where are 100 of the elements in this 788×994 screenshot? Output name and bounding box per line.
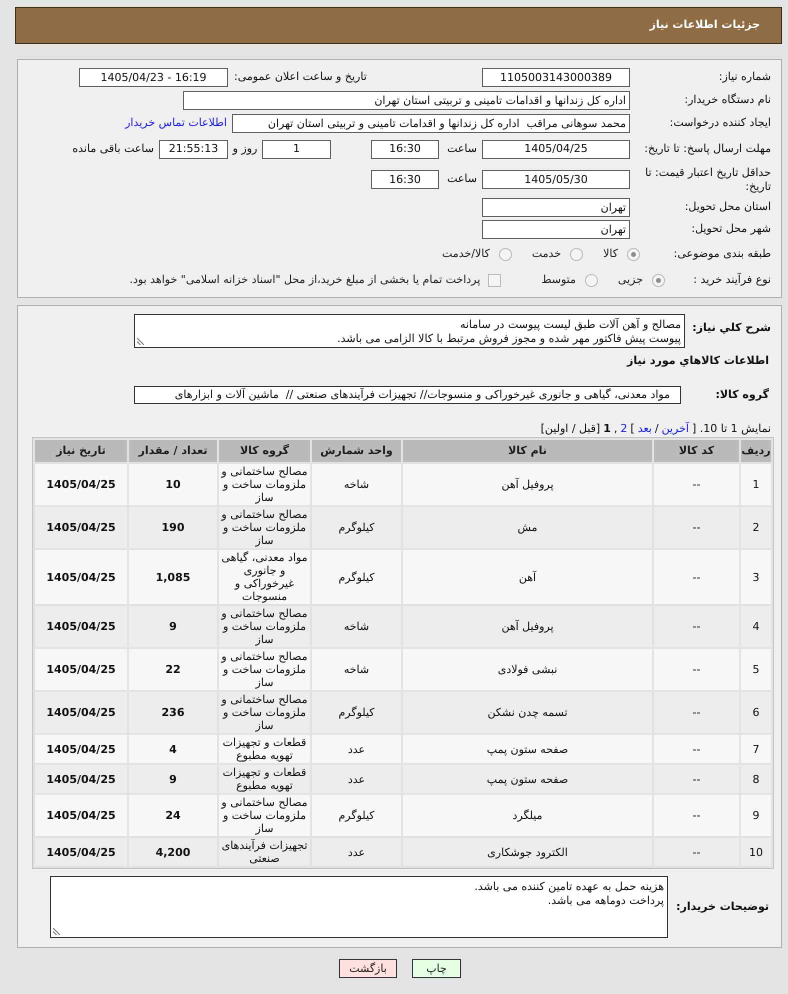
buyer-org-field[interactable]: اداره کل زندانها و اقدامات تامینی و تربیتی استان تهران — [183, 91, 630, 110]
announcement-date-field[interactable]: 1405/04/23 - 16:19 — [79, 68, 228, 87]
field-label: ساعت — [446, 140, 478, 157]
requester-field[interactable]: محمد سوهانی مراقب اداره کل زندانها و اقدامات تامینی و تربیتی استان تهران — [232, 114, 630, 133]
table-cell: الکترود جوشکاری — [403, 838, 652, 866]
table-cell: -- — [654, 795, 739, 836]
table-cell: عدد — [312, 765, 401, 793]
table-cell: کیلوگرم — [312, 692, 401, 733]
field-label: طبقه بندی موضوعی: — [672, 246, 771, 262]
field-label: ساعت باقی مانده — [72, 140, 154, 157]
table-cell: 1405/04/25 — [35, 550, 127, 604]
description-field[interactable]: مصالح و آهن آلات طبق لیست پیوست در سامانه پیوست پیش فاکتور مهر شده و مجوز فروش مرتبط با کالا الزامی می باشد. — [134, 314, 685, 348]
radio-label: کالا/خدمت — [442, 246, 490, 262]
table-cell: 7 — [741, 735, 771, 763]
field-label: ایجاد کننده درخواست: — [668, 115, 771, 132]
table-cell: صفحه ستون پمپ — [403, 735, 652, 763]
table-cell: مصالح ساختمانی و ملزومات ساخت و ساز — [219, 692, 310, 733]
table-cell: 190 — [129, 507, 217, 548]
resize-grip-icon[interactable] — [53, 928, 60, 935]
table-cell: کیلوگرم — [312, 550, 401, 604]
table-cell: -- — [654, 464, 739, 505]
days-field[interactable]: 1 — [262, 140, 331, 158]
validity-date-field[interactable]: 1405/05/30 — [482, 170, 630, 189]
deadline-time-field[interactable]: 16:30 — [371, 140, 439, 158]
field-label: مهلت ارسال پاسخ: تا تاریخ: — [643, 142, 771, 156]
remaining-time-field[interactable]: 21:55:13 — [159, 140, 228, 158]
table-cell: 1,085 — [129, 550, 217, 604]
table-cell: 5 — [741, 649, 771, 690]
radio-label: کالا — [603, 246, 618, 262]
radio-button[interactable] — [584, 274, 598, 287]
table-cell: عدد — [312, 838, 401, 866]
table-cell: 1 — [741, 464, 771, 505]
field-label: نام دستگاه خریدار: — [683, 92, 771, 108]
table-cell: شاخه — [312, 649, 401, 690]
pagination-text: [قبل / اولین] — [540, 420, 600, 437]
table-cell: -- — [654, 649, 739, 690]
table-cell: مصالح ساختمانی و ملزومات ساخت و ساز — [219, 507, 310, 548]
radio-button[interactable] — [498, 248, 512, 260]
table-cell: مصالح ساختمانی و ملزومات ساخت و ساز — [219, 464, 310, 505]
column-header: تعداد / مقدار — [129, 440, 217, 462]
province-field[interactable]: تهران — [482, 198, 630, 217]
table-cell: مواد معدنی، گیاهی و جانوری غیرخوراکی و منسوجات — [219, 550, 310, 604]
table-cell: 1405/04/25 — [35, 692, 127, 733]
table-cell: 1405/04/25 — [35, 649, 127, 690]
field-label: تاریخ و ساعت اعلان عمومی: — [233, 69, 368, 86]
radio-label: جزیی — [618, 272, 643, 288]
field-label: شهر محل تحویل: — [690, 221, 771, 238]
table-cell: 24 — [129, 795, 217, 836]
city-field[interactable]: تهران — [482, 220, 630, 239]
table-cell: شاخه — [312, 606, 401, 647]
column-header: واحد شمارش — [312, 440, 401, 462]
table-cell: -- — [654, 550, 739, 604]
table-cell: 1405/04/25 — [35, 838, 127, 866]
field-label: حداقل تاریخ اعتبار قیمت: تا تاریخ: — [644, 166, 771, 194]
page-link[interactable]: 2 — [620, 420, 628, 438]
field-label: روز و — [231, 140, 258, 157]
table-cell: نبشی فولادی — [403, 649, 652, 690]
column-header: کد کالا — [654, 440, 739, 462]
table-cell: -- — [654, 692, 739, 733]
table-cell: کیلوگرم — [312, 507, 401, 548]
radio-label: متوسط — [541, 272, 576, 288]
table-cell: کیلوگرم — [312, 795, 401, 836]
table-cell: آهن — [403, 550, 652, 604]
table-cell: میلگرد — [403, 795, 652, 836]
deadline-date-field[interactable]: 1405/04/25 — [482, 140, 630, 158]
need-number-field[interactable]: 1105003143000389 — [482, 68, 630, 87]
checkbox[interactable] — [488, 274, 502, 287]
table-cell: 1405/04/25 — [35, 735, 127, 763]
print-button[interactable]: چاپ — [412, 959, 461, 978]
table-cell: صفحه ستون پمپ — [403, 765, 652, 793]
column-header: تاریخ نیاز — [35, 440, 127, 462]
contact-info-link[interactable]: اطلاعات تماس خریدار — [125, 115, 227, 132]
radio-label: خدمت — [532, 246, 562, 262]
table-cell: 4 — [741, 606, 771, 647]
group-label: گروه کالا: — [714, 386, 769, 403]
field-label: ساعت — [446, 171, 478, 188]
description-label: شرح کلي نياز: — [691, 320, 771, 336]
radio-button[interactable] — [570, 248, 584, 260]
section-title: اطلاعات کالاهاي مورد نياز — [627, 354, 769, 367]
checkbox-label: پرداخت تمام یا بخشی از مبلغ خرید،از محل "اسناد خزانه اسلامی" خواهد بود. — [130, 272, 480, 288]
table-cell: -- — [654, 606, 739, 647]
table-cell: 1405/04/25 — [35, 507, 127, 548]
radio-button[interactable] — [627, 248, 640, 260]
validity-time-field[interactable]: 16:30 — [371, 170, 439, 189]
table-cell: شاخه — [312, 464, 401, 505]
goods-group-field[interactable]: مواد معدنی، گیاهی و جانوری غیرخوراکی و منسوجات// تجهیزات فرآیندهای صنعتی // ماشین آلات و ابزارهای — [134, 386, 681, 404]
table-cell: تسمه چدن نشکن — [403, 692, 652, 733]
table-cell: 22 — [129, 649, 217, 690]
back-button[interactable]: بازگشت — [339, 959, 397, 978]
table-cell: 9 — [129, 606, 217, 647]
pagination-text: , — [614, 420, 618, 437]
table-cell: تجهیزات فرآیندهای صنعتی — [219, 838, 310, 866]
resize-grip-icon[interactable] — [137, 338, 144, 345]
page-link[interactable]: بعد — [638, 420, 652, 438]
table-cell: مصالح ساختمانی و ملزومات ساخت و ساز — [219, 606, 310, 647]
remarks-field[interactable]: هزینه حمل به عهده تامین کننده می باشد. پرداخت دوماهه می باشد. — [50, 876, 668, 938]
page-link[interactable]: آخرین — [662, 420, 689, 438]
table-cell: -- — [654, 838, 739, 866]
table-cell: 9 — [129, 765, 217, 793]
radio-button[interactable] — [652, 274, 665, 287]
